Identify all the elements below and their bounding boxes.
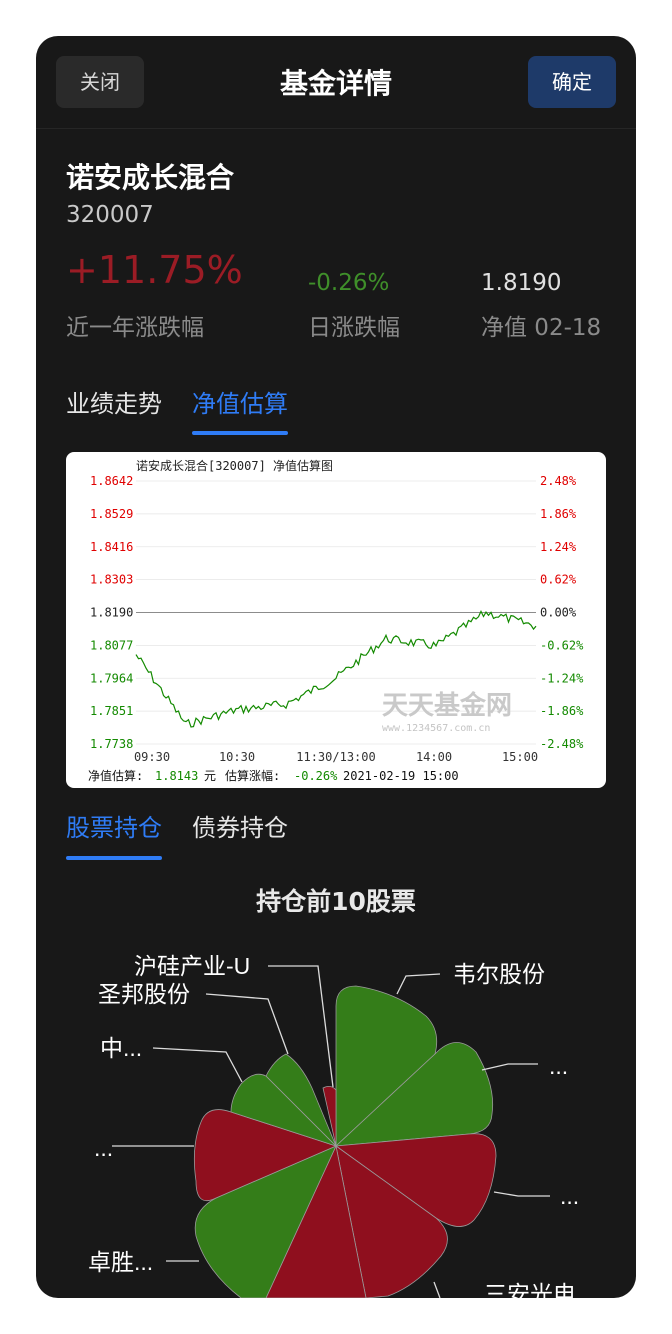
pie-title: 持仓前10股票 <box>256 887 416 916</box>
footer-value-change: -0.26% <box>294 769 338 783</box>
y-tick-right: 1.86% <box>540 507 577 521</box>
fund-code: 320007 <box>66 202 154 228</box>
daily-change-value: -0.26% <box>308 270 390 296</box>
y-tick-left: 1.8642 <box>90 474 133 488</box>
pie-label-zhong: 中... <box>100 1035 142 1061</box>
pie-label-2: ... <box>549 1053 568 1079</box>
y-tick-left: 1.8416 <box>90 540 133 554</box>
y-tick-left: 1.7738 <box>90 737 133 751</box>
phone-screen: 关闭 基金详情 确定 诺安成长混合 320007 +11.75% -0.26% … <box>36 36 636 1298</box>
y-tick-right: -1.24% <box>540 671 584 685</box>
x-tick: 09:30 <box>134 750 170 764</box>
y-tick-left: 1.8077 <box>90 638 133 652</box>
pie-label-3: ... <box>560 1183 579 1209</box>
y-tick-right: -0.62% <box>540 638 584 652</box>
fund-name: 诺安成长混合 <box>66 161 235 194</box>
y-tick-left: 1.8303 <box>90 573 133 587</box>
tab-performance[interactable]: 业绩走势 <box>66 384 162 419</box>
y-tick-right: -1.86% <box>540 704 584 718</box>
footer-label-change: 估算涨幅: <box>225 768 280 783</box>
estimate-chart: 诺安成长混合[320007] 净值估算图 1.8642 2.48% 1.8529 1.… <box>88 458 584 783</box>
y-tick-left: 1.8190 <box>90 606 133 620</box>
chart-title: 诺安成长混合[320007] 净值估算图 <box>136 458 333 473</box>
footer-value-nav: 1.8143 <box>155 769 198 783</box>
daily-change-label: 日涨跌幅 <box>308 315 400 341</box>
holdings-pie-svg: 韦尔股份 ... ... 三安光电 卓胜... ... 中... 圣邦股份 沪硅… <box>88 953 579 1298</box>
footer-time: 2021-02-19 15:00 <box>343 769 459 783</box>
pie-label-shengbang: 圣邦股份 <box>98 981 190 1007</box>
tab-stock-holdings[interactable]: 股票持仓 <box>66 808 162 843</box>
tab-estimate[interactable]: 净值估算 <box>192 384 288 419</box>
pie-label-sanan: 三安光电 <box>484 1281 576 1298</box>
confirm-button[interactable]: 确定 <box>528 56 616 108</box>
y-tick-right: 1.24% <box>540 540 577 554</box>
nav-label: 净值 02-18 <box>481 315 602 341</box>
holdings-pie: 韦尔股份 ... ... 三安光电 卓胜... ... 中... 圣邦股份 沪硅… <box>36 936 636 1298</box>
pie-label-dots: ... <box>94 1135 113 1161</box>
year-change-label: 近一年涨跌幅 <box>66 315 204 341</box>
x-tick: 10:30 <box>219 750 255 764</box>
year-change-value: +11.75% <box>66 248 243 292</box>
nav-value: 1.8190 <box>481 270 562 296</box>
x-tick: 15:00 <box>502 750 538 764</box>
watermark-url: www.1234567.com.cn <box>382 723 490 734</box>
pie-label-hugui: 沪硅产业-U <box>134 953 250 979</box>
y-tick-right: -2.48% <box>540 737 584 751</box>
x-tick: 11:30/13:00 <box>296 750 375 764</box>
pie-label-zhuosheng: 卓胜... <box>88 1249 153 1275</box>
y-tick-left: 1.7964 <box>90 671 133 685</box>
pie-label-weir: 韦尔股份 <box>453 961 545 987</box>
tab-estimate-underline <box>192 431 288 435</box>
y-tick-left: 1.8529 <box>90 507 133 521</box>
y-tick-right: 0.00% <box>540 606 577 620</box>
estimate-chart-card: 诺安成长混合[320007] 净值估算图 1.8642 2.48% 1.8529 1.… <box>66 452 606 788</box>
tab-bond-holdings[interactable]: 债券持仓 <box>192 808 288 843</box>
y-tick-right: 2.48% <box>540 474 577 488</box>
footer-label-nav: 净值估算: <box>88 768 143 783</box>
watermark: 天天基金网 <box>382 690 512 721</box>
tab-stock-underline <box>66 856 162 860</box>
y-tick-right: 0.62% <box>540 573 577 587</box>
y-tick-left: 1.7851 <box>90 704 133 718</box>
footer-unit: 元 <box>204 769 216 783</box>
top-bar: 关闭 基金详情 确定 <box>36 36 636 129</box>
x-tick: 14:00 <box>416 750 452 764</box>
